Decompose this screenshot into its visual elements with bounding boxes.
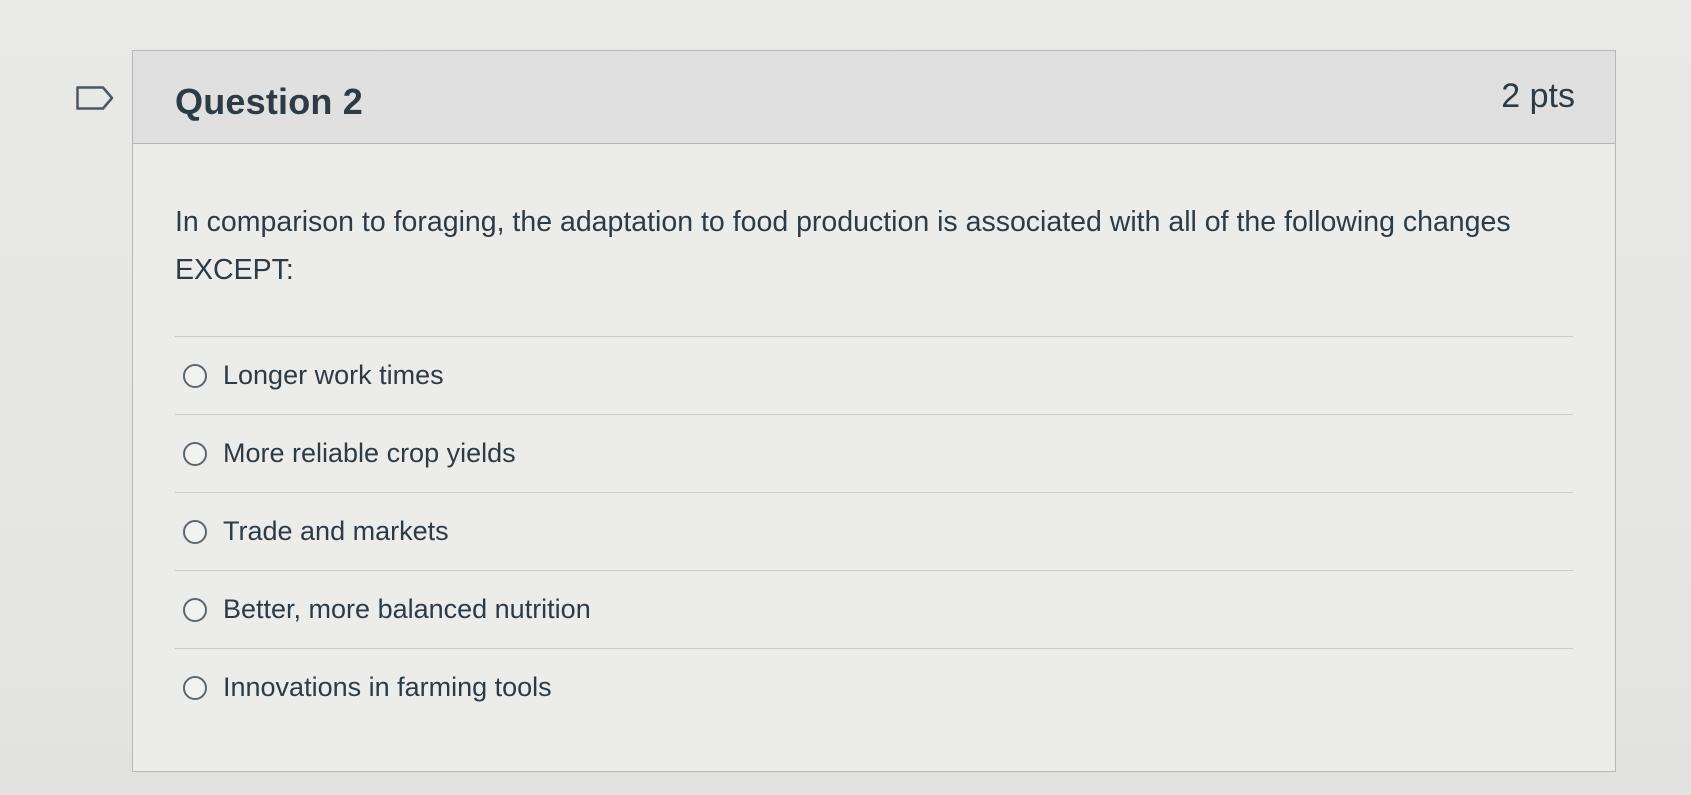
radio-unchecked-icon[interactable] bbox=[183, 363, 207, 388]
question-text: In comparison to foraging, the adaptatio… bbox=[175, 198, 1573, 337]
answer-list: Longer work times More reliable crop yie… bbox=[175, 337, 1573, 726]
radio-unchecked-icon[interactable] bbox=[183, 597, 207, 622]
radio-unchecked-icon[interactable] bbox=[183, 441, 207, 466]
answer-option[interactable]: Trade and markets bbox=[175, 493, 1573, 571]
question-points: 2 pts bbox=[1501, 77, 1575, 115]
quiz-page: Question 2 2 pts In comparison to foragi… bbox=[0, 0, 1691, 795]
question-card: Question 2 2 pts In comparison to foragi… bbox=[132, 50, 1616, 772]
flag-question-icon[interactable] bbox=[76, 86, 114, 110]
question-title: Question 2 bbox=[175, 81, 364, 122]
answer-option[interactable]: More reliable crop yields bbox=[175, 415, 1573, 493]
question-body: In comparison to foraging, the adaptatio… bbox=[133, 144, 1615, 726]
answer-option[interactable]: Better, more balanced nutrition bbox=[175, 571, 1573, 649]
question-header: Question 2 2 pts bbox=[133, 51, 1615, 144]
answer-option[interactable]: Innovations in farming tools bbox=[175, 649, 1573, 726]
radio-unchecked-icon[interactable] bbox=[183, 675, 207, 700]
answer-label: Longer work times bbox=[223, 360, 444, 390]
answer-label: Trade and markets bbox=[223, 516, 449, 546]
answer-label: More reliable crop yields bbox=[223, 438, 516, 468]
radio-unchecked-icon[interactable] bbox=[183, 519, 207, 544]
answer-label: Better, more balanced nutrition bbox=[223, 594, 591, 624]
answer-option[interactable]: Longer work times bbox=[175, 337, 1573, 415]
answer-label: Innovations in farming tools bbox=[223, 672, 552, 702]
